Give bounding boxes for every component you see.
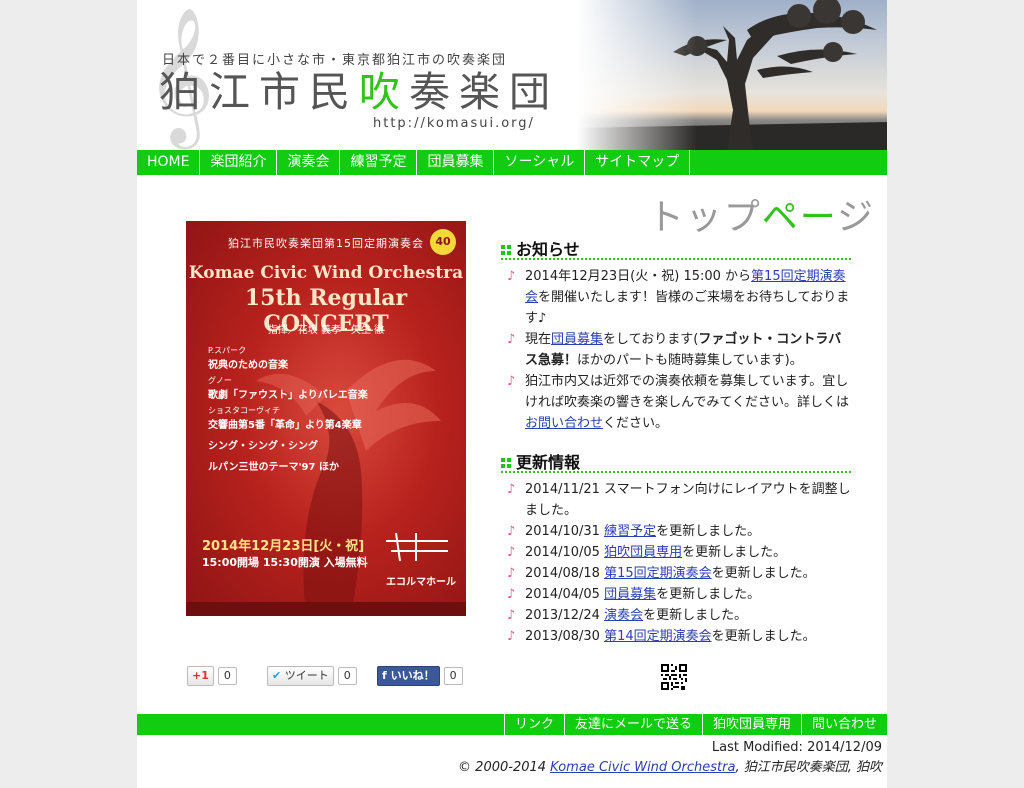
item-text: ほかのパートも随時募集しています)。 (577, 353, 803, 368)
music-note-icon: ♪ (507, 608, 516, 623)
list-item: ♪ 2014/11/21 スマートフォン向けにレイアウトを調整しました。 (507, 479, 853, 521)
footer-link-email-friend[interactable]: 友達にメールで送る (563, 714, 702, 735)
footer-link-contact[interactable]: 問い合わせ (800, 714, 887, 735)
green-squares-icon (501, 458, 511, 468)
item-text: ください。 (603, 416, 669, 431)
item-text: 2013/08/30 (525, 629, 605, 644)
google-plus-icon: +1 (192, 669, 209, 682)
list-item: ♪ 2013/12/24 演奏会を更新しました。 (507, 605, 853, 626)
poster-date: 2014年12月23日[火・祝] 15:00開場 15:30開演 入場無料 (202, 539, 368, 569)
list-item: ♪ 2014/10/05 狛吹団員専用を更新しました。 (507, 542, 853, 563)
list-item: ♪ 2014/08/18 第15回定期演奏会を更新しました。 (507, 563, 853, 584)
site-logo-title[interactable]: 狛江市民吹奏楽団 (159, 66, 559, 118)
list-item: ♪ 2014/10/31 練習予定を更新しました。 (507, 521, 853, 542)
last-modified: Last Modified: 2014/12/09 (711, 740, 882, 755)
list-item: ♪ 2013/08/30 第14回定期演奏会を更新しました。 (507, 626, 853, 647)
music-note-icon: ♪ (507, 332, 516, 347)
music-note-icon: ♪ (507, 524, 516, 539)
copyright-link[interactable]: Komae Civic Wind Orchestra (550, 760, 735, 775)
item-text: を開催いたします！皆様のご来場をお待ちしております♪ (525, 290, 850, 326)
music-note-icon: ♪ (507, 269, 516, 284)
google-plus-widget: +1 0 (187, 666, 237, 686)
footer-link-links[interactable]: リンク (503, 714, 564, 735)
poster-venue: エコルマホール (386, 577, 456, 588)
news-list: ♪ 2014年12月23日(火・祝) 15:00 から第15回定期演奏会を開催いた… (507, 266, 853, 434)
list-item: ♪ 2014/04/05 団員募集を更新しました。 (507, 584, 853, 605)
tweet-button[interactable]: ✔ ツイート (267, 666, 334, 686)
facebook-like-count: 0 (443, 667, 463, 685)
updates-heading: 更新情報 (501, 449, 851, 473)
item-text: 2014/04/05 (525, 587, 605, 602)
music-note-icon: ♪ (507, 566, 516, 581)
item-text: を更新しました。 (711, 566, 816, 581)
green-squares-icon (501, 245, 511, 255)
music-note-icon: ♪ (507, 482, 516, 497)
item-text: 2014年12月23日(火・祝) 15:00 から (525, 269, 752, 284)
nav-sitemap[interactable]: サイトマップ (585, 150, 691, 175)
site-url: http://komasui.org/ (373, 116, 535, 131)
page-title: トップページ (647, 197, 875, 238)
item-text: 2014/08/18 (525, 566, 605, 581)
item-text: を更新しました。 (711, 629, 816, 644)
facebook-icon: f (382, 669, 387, 682)
nav-about[interactable]: 楽団紹介 (200, 150, 278, 175)
item-text: 現在 (525, 332, 552, 347)
item-text: 2014/10/05 (525, 545, 605, 560)
item-text: 2013/12/24 (525, 608, 605, 623)
poster-organizer: 狛江市民吹奏楽団第15回定期演奏会 (228, 237, 424, 250)
inline-link[interactable]: 第14回定期演奏会 (604, 629, 712, 644)
facebook-like-button[interactable]: f いいね！ (377, 666, 440, 686)
qr-code-icon (661, 664, 687, 690)
item-text: を更新しました。 (656, 524, 761, 539)
music-note-icon: ♪ (507, 587, 516, 602)
nav-practice-schedule[interactable]: 練習予定 (340, 150, 418, 175)
item-text: を更新しました。 (682, 545, 787, 560)
news-heading: お知らせ (501, 236, 851, 260)
footer-link-members-only[interactable]: 狛吹団員専用 (701, 714, 801, 735)
inline-link[interactable]: 狛吹団員専用 (604, 545, 682, 560)
inline-link[interactable]: 団員募集 (604, 587, 656, 602)
inline-link[interactable]: 団員募集 (551, 332, 603, 347)
nav-concerts[interactable]: 演奏会 (277, 150, 341, 175)
nav-home[interactable]: HOME (137, 150, 201, 175)
page-container: 𝄞 日本で２番目に小さな市・東京都狛江市の吹奏楽団 狛江市民吹奏楽団 http:… (137, 0, 887, 788)
music-note-icon: ♪ (507, 374, 516, 389)
item-text: 2014/11/21 スマートフォン向けにレイアウトを調整しました。 (525, 482, 851, 518)
item-text: 狛江市内又は近郊での演奏依頼を募集しています。宜しければ吹奏楽の響きを楽しんでみ… (525, 374, 849, 410)
inline-link[interactable]: 練習予定 (604, 524, 656, 539)
music-note-icon: ♪ (507, 545, 516, 560)
concert-poster[interactable]: 40 狛江市民吹奏楽団第15回定期演奏会 Komae Civic Wind Or… (186, 221, 466, 616)
inline-link[interactable]: 第15回定期演奏会 (604, 566, 712, 581)
updates-list: ♪ 2014/11/21 スマートフォン向けにレイアウトを調整しました。 ♪ 2014… (507, 479, 853, 647)
list-item: ♪ 2014年12月23日(火・祝) 15:00 から第15回定期演奏会を開催いた… (507, 266, 853, 329)
item-text: を更新しました。 (656, 587, 761, 602)
inline-link[interactable]: お問い合わせ (525, 416, 603, 431)
poster-english-name: Komae Civic Wind Orchestra (188, 263, 464, 283)
music-note-icon: ♪ (507, 629, 516, 644)
facebook-like-widget: f いいね！ 0 (377, 666, 463, 686)
list-item: ♪ 狛江市内又は近郊での演奏依頼を募集しています。宜しければ吹奏楽の響きを楽しんで… (507, 371, 853, 434)
copyright: © 2000-2014 Komae Civic Wind Orchestra, … (458, 760, 882, 775)
item-text: をしております( (603, 332, 699, 347)
nav-recruitment[interactable]: 団員募集 (417, 150, 495, 175)
poster-conductors: 指揮／花坂 義孝・矢生 徹 (267, 325, 385, 336)
poster-program: P.スパーク 祝典のための音楽 グノー 歌劇「ファウスト」よりバレエ音楽 ショス… (208, 346, 368, 473)
tweet-count: 0 (337, 667, 357, 685)
tweet-widget: ✔ ツイート 0 (267, 666, 357, 686)
item-text: 2014/10/31 (525, 524, 605, 539)
inline-link[interactable]: 演奏会 (604, 608, 643, 623)
nav-social[interactable]: ソーシャル (494, 150, 586, 175)
twitter-bird-icon: ✔ (272, 669, 282, 682)
google-plus-count: 0 (217, 667, 237, 685)
main-navigation: HOME 楽団紹介 演奏会 練習予定 団員募集 ソーシャル サイトマップ (137, 150, 887, 175)
list-item: ♪ 現在団員募集をしております(ファゴット・コントラバス急募！ほかのパートも随時募… (507, 329, 853, 371)
item-text: を更新しました。 (643, 608, 748, 623)
google-plus-button[interactable]: +1 (187, 666, 214, 686)
site-header: 𝄞 日本で２番目に小さな市・東京都狛江市の吹奏楽団 狛江市民吹奏楽団 http:… (137, 0, 887, 150)
footer-navigation: リンク 友達にメールで送る 狛吹団員専用 問い合わせ (137, 714, 887, 735)
